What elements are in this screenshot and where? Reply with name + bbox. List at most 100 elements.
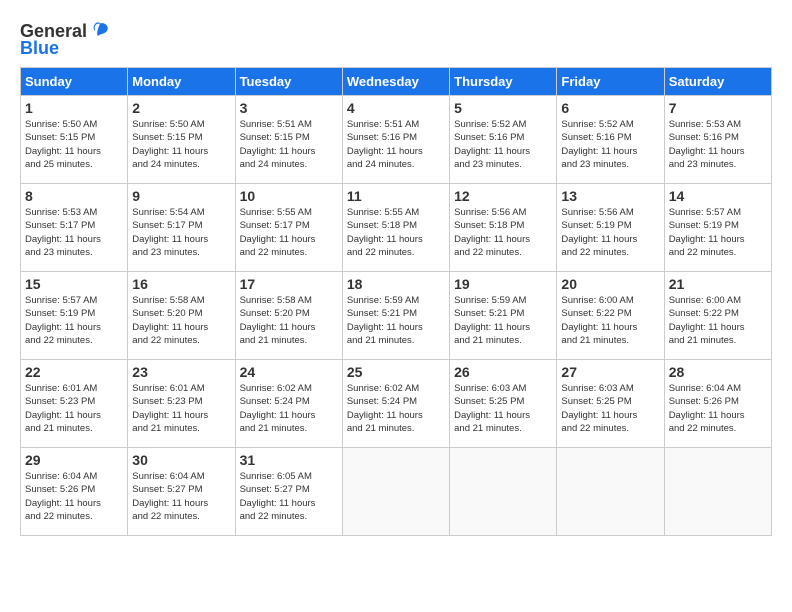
cell-details: Sunrise: 6:05 AM Sunset: 5:27 PM Dayligh… (240, 470, 338, 523)
cell-details: Sunrise: 5:51 AM Sunset: 5:16 PM Dayligh… (347, 118, 445, 171)
calendar-cell: 6 Sunrise: 5:52 AM Sunset: 5:16 PM Daylig… (557, 96, 664, 184)
calendar-cell: 1 Sunrise: 5:50 AM Sunset: 5:15 PM Daylig… (21, 96, 128, 184)
day-number: 18 (347, 276, 445, 292)
day-number: 5 (454, 100, 552, 116)
calendar-cell (342, 448, 449, 536)
day-number: 11 (347, 188, 445, 204)
calendar-cell: 13 Sunrise: 5:56 AM Sunset: 5:19 PM Dayli… (557, 184, 664, 272)
day-number: 28 (669, 364, 767, 380)
logo-blue-text: Blue (20, 38, 59, 59)
calendar-cell: 10 Sunrise: 5:55 AM Sunset: 5:17 PM Dayli… (235, 184, 342, 272)
cell-details: Sunrise: 6:04 AM Sunset: 5:26 PM Dayligh… (25, 470, 123, 523)
calendar-week-1: 1 Sunrise: 5:50 AM Sunset: 5:15 PM Daylig… (21, 96, 772, 184)
calendar-cell: 12Sunrise: 5:56 AM Sunset: 5:18 PM Dayli… (450, 184, 557, 272)
cell-details: Sunrise: 5:57 AM Sunset: 5:19 PM Dayligh… (25, 294, 123, 347)
cell-details: Sunrise: 6:03 AM Sunset: 5:25 PM Dayligh… (454, 382, 552, 435)
day-header-wednesday: Wednesday (342, 68, 449, 96)
calendar-cell: 24 Sunrise: 6:02 AM Sunset: 5:24 PM Dayli… (235, 360, 342, 448)
calendar-cell: 31 Sunrise: 6:05 AM Sunset: 5:27 PM Dayli… (235, 448, 342, 536)
logo-bird-icon (89, 20, 111, 42)
day-header-friday: Friday (557, 68, 664, 96)
cell-details: Sunrise: 6:01 AM Sunset: 5:23 PM Dayligh… (25, 382, 123, 435)
logo-container: General Blue (20, 20, 111, 59)
calendar-cell: 15 Sunrise: 5:57 AM Sunset: 5:19 PM Dayli… (21, 272, 128, 360)
cell-details: Sunrise: 5:56 AM Sunset: 5:19 PM Dayligh… (561, 206, 659, 259)
day-number: 2 (132, 100, 230, 116)
day-number: 26 (454, 364, 552, 380)
calendar-header-row: SundayMondayTuesdayWednesdayThursdayFrid… (21, 68, 772, 96)
calendar-cell: 30Sunrise: 6:04 AM Sunset: 5:27 PM Dayli… (128, 448, 235, 536)
cell-details: Sunrise: 5:55 AM Sunset: 5:17 PM Dayligh… (240, 206, 338, 259)
cell-details: Sunrise: 5:54 AM Sunset: 5:17 PM Dayligh… (132, 206, 230, 259)
cell-details: Sunrise: 5:53 AM Sunset: 5:16 PM Dayligh… (669, 118, 767, 171)
day-number: 24 (240, 364, 338, 380)
cell-details: Sunrise: 6:02 AM Sunset: 5:24 PM Dayligh… (347, 382, 445, 435)
calendar-cell: 23 Sunrise: 6:01 AM Sunset: 5:23 PM Dayli… (128, 360, 235, 448)
calendar-week-4: 22 Sunrise: 6:01 AM Sunset: 5:23 PM Dayli… (21, 360, 772, 448)
day-header-sunday: Sunday (21, 68, 128, 96)
calendar-cell (664, 448, 771, 536)
day-number: 13 (561, 188, 659, 204)
calendar-cell (450, 448, 557, 536)
calendar-week-5: 29 Sunrise: 6:04 AM Sunset: 5:26 PM Dayli… (21, 448, 772, 536)
calendar-cell: 20 Sunrise: 6:00 AM Sunset: 5:22 PM Dayli… (557, 272, 664, 360)
calendar-cell: 19 Sunrise: 5:59 AM Sunset: 5:21 PM Dayli… (450, 272, 557, 360)
day-number: 31 (240, 452, 338, 468)
cell-details: Sunrise: 5:52 AM Sunset: 5:16 PM Dayligh… (454, 118, 552, 171)
calendar-cell: 29 Sunrise: 6:04 AM Sunset: 5:26 PM Dayli… (21, 448, 128, 536)
cell-details: Sunrise: 5:50 AM Sunset: 5:15 PM Dayligh… (132, 118, 230, 171)
calendar-cell: 14 Sunrise: 5:57 AM Sunset: 5:19 PM Dayli… (664, 184, 771, 272)
cell-details: Sunrise: 5:50 AM Sunset: 5:15 PM Dayligh… (25, 118, 123, 171)
cell-details: Sunrise: 5:53 AM Sunset: 5:17 PM Dayligh… (25, 206, 123, 259)
cell-details: Sunrise: 5:59 AM Sunset: 5:21 PM Dayligh… (454, 294, 552, 347)
day-header-saturday: Saturday (664, 68, 771, 96)
cell-details: Sunrise: 5:58 AM Sunset: 5:20 PM Dayligh… (132, 294, 230, 347)
day-number: 6 (561, 100, 659, 116)
cell-details: Sunrise: 6:00 AM Sunset: 5:22 PM Dayligh… (561, 294, 659, 347)
cell-details: Sunrise: 6:01 AM Sunset: 5:23 PM Dayligh… (132, 382, 230, 435)
day-number: 10 (240, 188, 338, 204)
day-number: 22 (25, 364, 123, 380)
cell-details: Sunrise: 6:00 AM Sunset: 5:22 PM Dayligh… (669, 294, 767, 347)
cell-details: Sunrise: 6:04 AM Sunset: 5:26 PM Dayligh… (669, 382, 767, 435)
calendar-table: SundayMondayTuesdayWednesdayThursdayFrid… (20, 67, 772, 536)
calendar-cell: 27 Sunrise: 6:03 AM Sunset: 5:25 PM Dayli… (557, 360, 664, 448)
calendar-week-3: 15 Sunrise: 5:57 AM Sunset: 5:19 PM Dayli… (21, 272, 772, 360)
day-number: 20 (561, 276, 659, 292)
calendar-cell: 22 Sunrise: 6:01 AM Sunset: 5:23 PM Dayli… (21, 360, 128, 448)
day-number: 29 (25, 452, 123, 468)
calendar-cell: 25 Sunrise: 6:02 AM Sunset: 5:24 PM Dayli… (342, 360, 449, 448)
day-number: 21 (669, 276, 767, 292)
cell-details: Sunrise: 5:55 AM Sunset: 5:18 PM Dayligh… (347, 206, 445, 259)
cell-details: Sunrise: 6:02 AM Sunset: 5:24 PM Dayligh… (240, 382, 338, 435)
logo: General Blue (20, 20, 111, 59)
day-number: 4 (347, 100, 445, 116)
day-number: 15 (25, 276, 123, 292)
cell-details: Sunrise: 5:51 AM Sunset: 5:15 PM Dayligh… (240, 118, 338, 171)
calendar-cell (557, 448, 664, 536)
day-number: 19 (454, 276, 552, 292)
calendar-cell: 16 Sunrise: 5:58 AM Sunset: 5:20 PM Dayli… (128, 272, 235, 360)
calendar-cell: 4 Sunrise: 5:51 AM Sunset: 5:16 PM Daylig… (342, 96, 449, 184)
calendar-cell: 8Sunrise: 5:53 AM Sunset: 5:17 PM Daylig… (21, 184, 128, 272)
day-number: 1 (25, 100, 123, 116)
day-number: 3 (240, 100, 338, 116)
day-number: 16 (132, 276, 230, 292)
cell-details: Sunrise: 5:52 AM Sunset: 5:16 PM Dayligh… (561, 118, 659, 171)
calendar-week-2: 8Sunrise: 5:53 AM Sunset: 5:17 PM Daylig… (21, 184, 772, 272)
cell-details: Sunrise: 6:03 AM Sunset: 5:25 PM Dayligh… (561, 382, 659, 435)
cell-details: Sunrise: 5:57 AM Sunset: 5:19 PM Dayligh… (669, 206, 767, 259)
calendar-cell: 28 Sunrise: 6:04 AM Sunset: 5:26 PM Dayli… (664, 360, 771, 448)
day-header-tuesday: Tuesday (235, 68, 342, 96)
header: General Blue (20, 20, 772, 59)
cell-details: Sunrise: 5:58 AM Sunset: 5:20 PM Dayligh… (240, 294, 338, 347)
day-header-thursday: Thursday (450, 68, 557, 96)
day-number: 12 (454, 188, 552, 204)
calendar-cell: 11 Sunrise: 5:55 AM Sunset: 5:18 PM Dayli… (342, 184, 449, 272)
cell-details: Sunrise: 5:59 AM Sunset: 5:21 PM Dayligh… (347, 294, 445, 347)
day-number: 17 (240, 276, 338, 292)
day-number: 27 (561, 364, 659, 380)
day-number: 14 (669, 188, 767, 204)
day-number: 23 (132, 364, 230, 380)
day-number: 25 (347, 364, 445, 380)
